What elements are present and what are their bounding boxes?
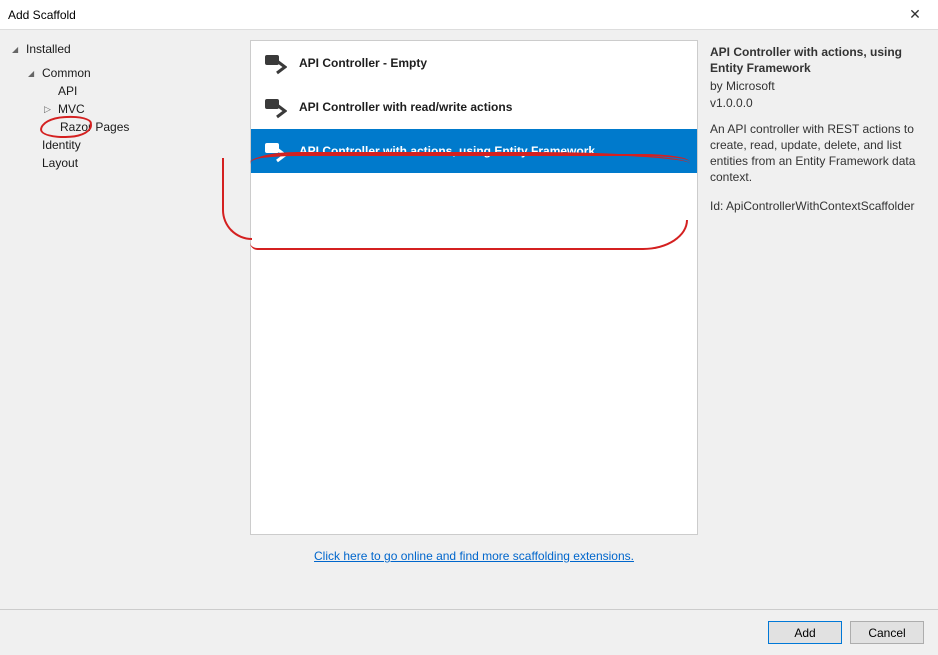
close-icon[interactable]: ✕ [900,5,930,25]
tree-label: API [58,84,77,98]
dialog-footer: Add Cancel [0,609,938,655]
window-title: Add Scaffold [8,8,76,22]
scaffold-list-panel: API Controller - Empty API Controller wi… [250,30,698,590]
tree-item-identity[interactable]: Identity [8,136,242,154]
details-author: by Microsoft [710,78,926,94]
tree-item-mvc[interactable]: MVC [8,100,242,118]
details-id: Id: ApiControllerWithContextScaffolder [710,198,926,214]
scaffold-item-label: API Controller with read/write actions [299,100,512,114]
scaffold-item-label: API Controller with actions, using Entit… [299,144,595,158]
scaffold-item-api-readwrite[interactable]: API Controller with read/write actions [251,85,697,129]
controller-icon [263,139,287,163]
tree-label: Installed [26,42,71,56]
tree-label: Common [42,66,91,80]
controller-icon [263,51,287,75]
scaffold-item-api-ef[interactable]: API Controller with actions, using Entit… [251,129,697,173]
scaffold-item-api-empty[interactable]: API Controller - Empty [251,41,697,85]
add-button[interactable]: Add [768,621,842,644]
tree-item-common[interactable]: Common [8,64,242,82]
chevron-right-icon [44,104,54,115]
details-panel: API Controller with actions, using Entit… [698,30,938,590]
details-title: API Controller with actions, using Entit… [710,44,926,76]
details-version: v1.0.0.0 [710,95,926,111]
controller-icon [263,95,287,119]
tree-item-layout[interactable]: Layout [8,154,242,172]
cancel-button[interactable]: Cancel [850,621,924,644]
tree-label: MVC [58,102,85,116]
tree-label: Razor Pages [60,120,129,134]
chevron-down-icon [12,44,22,54]
details-description: An API controller with REST actions to c… [710,121,926,186]
tree-item-api[interactable]: API [8,82,242,100]
chevron-down-icon [28,68,38,78]
tree-root-installed[interactable]: Installed [8,40,242,58]
tree-label: Layout [42,156,78,170]
tree-label: Identity [42,138,81,152]
scaffold-list: API Controller - Empty API Controller wi… [250,40,698,535]
tree-item-razor-pages[interactable]: Razor Pages [8,118,242,136]
scaffold-item-label: API Controller - Empty [299,56,427,70]
category-tree: Installed Common API MVC Razor Pages Ide… [0,30,250,590]
dialog-content: Installed Common API MVC Razor Pages Ide… [0,30,938,590]
titlebar: Add Scaffold ✕ [0,0,938,30]
online-extensions-link[interactable]: Click here to go online and find more sc… [250,535,698,563]
